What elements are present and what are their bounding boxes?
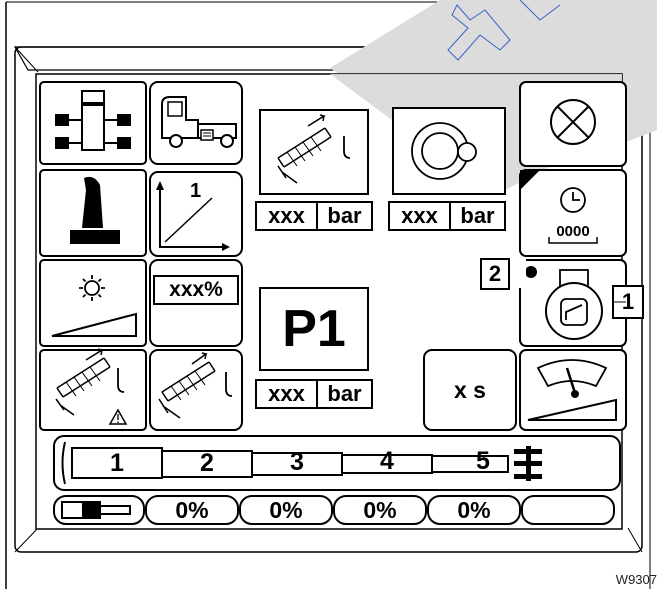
pressure-unit-1: bar bbox=[327, 203, 362, 228]
hour-counter-text: 0000 bbox=[556, 223, 590, 240]
pressure-value-2: xxx bbox=[401, 203, 438, 228]
pressure-value-1: xxx bbox=[268, 203, 305, 228]
pressure-value-3: xxx bbox=[268, 381, 305, 406]
callout-2: 2 bbox=[488, 261, 502, 286]
pressure-unit-2: bar bbox=[460, 203, 495, 228]
percent-4-text: 0% bbox=[457, 497, 491, 523]
percent-cell-empty[interactable] bbox=[521, 495, 615, 525]
section-2-label: 2 bbox=[200, 449, 214, 477]
section-3-label: 3 bbox=[290, 448, 304, 476]
percent-1-text: 0% bbox=[175, 497, 209, 523]
program-text: P1 bbox=[282, 300, 346, 358]
percent-box-text: xxx% bbox=[169, 278, 223, 301]
callout-1: 1 bbox=[621, 289, 635, 314]
timer-text: x s bbox=[454, 377, 486, 403]
section-5-label: 5 bbox=[476, 447, 490, 475]
pressure-unit-3: bar bbox=[327, 381, 362, 406]
section-1-label: 1 bbox=[110, 449, 124, 477]
drawing-id: W9307 bbox=[615, 572, 657, 587]
percent-3-text: 0% bbox=[363, 497, 397, 523]
percent-2-text: 0% bbox=[269, 497, 303, 523]
section-4-label: 4 bbox=[380, 447, 394, 475]
